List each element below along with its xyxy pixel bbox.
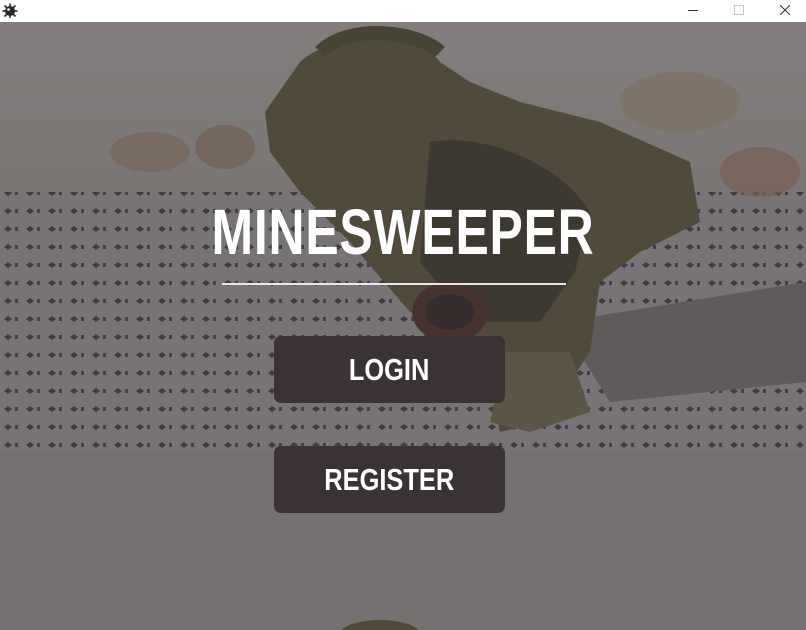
minimize-icon <box>688 10 698 11</box>
dark-overlay <box>0 22 806 630</box>
maximize-icon <box>734 5 744 15</box>
register-button-label: REGISTER <box>324 461 455 497</box>
close-button[interactable] <box>762 0 806 20</box>
login-button-label: LOGIN <box>349 351 430 387</box>
title-bar[interactable] <box>0 0 806 22</box>
page-title: MINESWEEPER <box>211 196 595 268</box>
mine-icon <box>2 3 18 18</box>
minimize-button[interactable] <box>670 0 716 20</box>
title-divider <box>222 283 566 285</box>
close-icon <box>780 5 790 15</box>
app-window: MINESWEEPER LOGIN REGISTER <box>0 0 806 630</box>
login-screen: MINESWEEPER LOGIN REGISTER <box>0 22 806 630</box>
maximize-button[interactable] <box>716 0 762 20</box>
login-button[interactable]: LOGIN <box>274 336 505 403</box>
register-button[interactable]: REGISTER <box>274 446 505 513</box>
